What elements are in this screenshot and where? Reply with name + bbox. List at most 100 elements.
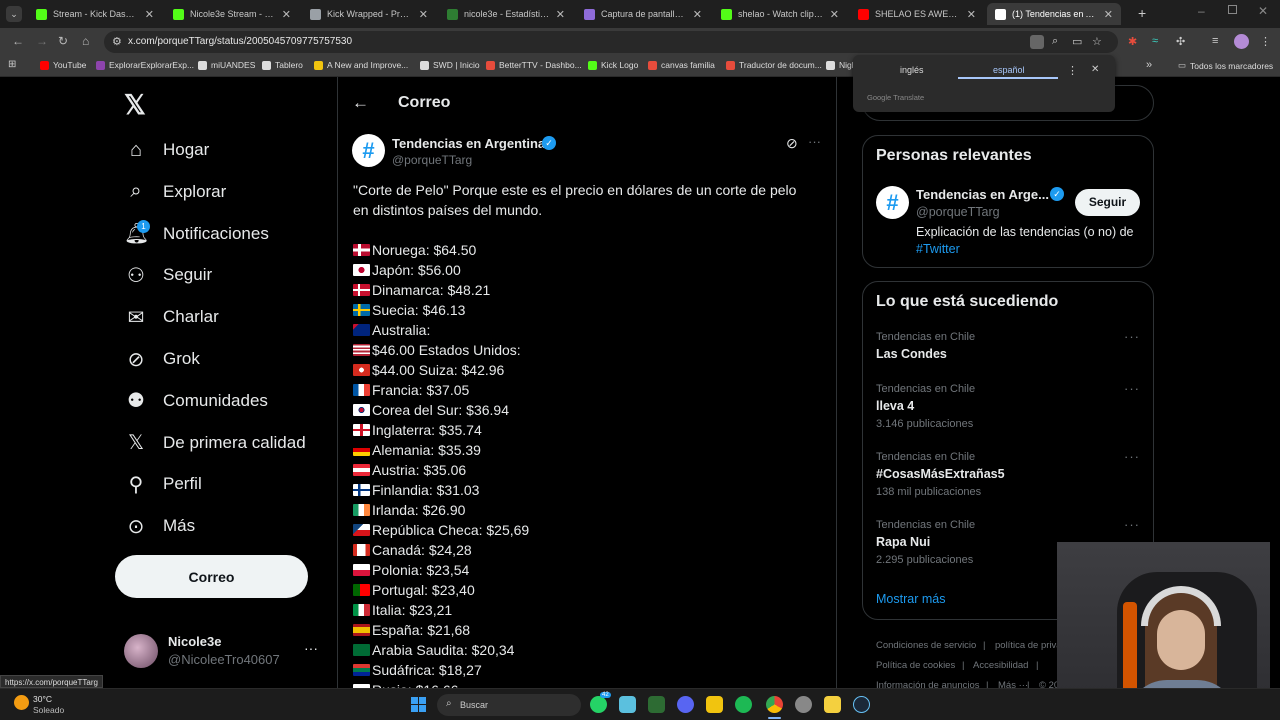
nav-item-grok[interactable]: ⊘ Grok xyxy=(124,343,200,375)
reload-icon[interactable]: ↻ xyxy=(58,34,68,48)
bookmark-item[interactable]: miUANDES xyxy=(198,60,255,70)
bookmark-star-icon[interactable]: ☆ xyxy=(1092,35,1102,48)
bookmark-item[interactable]: ExplorarExplorarExp... xyxy=(96,60,194,70)
site-info-icon[interactable]: ⚙ xyxy=(112,35,122,48)
x-logo-icon[interactable]: 𝕏 xyxy=(124,90,146,121)
nav-item-perfil[interactable]: ⚲ Perfil xyxy=(124,468,202,500)
footer-link[interactable]: política de priva xyxy=(995,640,1062,651)
steam-icon[interactable] xyxy=(853,696,870,713)
browser-tab[interactable]: Nicole3e Stream - Watch ✕ xyxy=(165,3,299,25)
chrome-icon[interactable] xyxy=(766,696,783,713)
xbox-icon[interactable] xyxy=(648,696,665,713)
tab-close-icon[interactable]: ✕ xyxy=(1104,8,1113,21)
whatsapp-icon[interactable] xyxy=(590,696,607,713)
all-bookmarks-folder[interactable]: ▭ Todos los marcadores xyxy=(1178,60,1273,71)
trend-more-icon[interactable]: ··· xyxy=(1124,517,1140,532)
account-more-icon[interactable]: ··· xyxy=(304,640,318,656)
browser-menu-icon[interactable]: ⋮ xyxy=(1260,35,1271,48)
spotify-icon[interactable] xyxy=(735,696,752,713)
tab-close-icon[interactable]: ✕ xyxy=(967,8,976,21)
relevant-avatar[interactable]: # xyxy=(876,186,909,219)
browser-tab[interactable]: Captura de pantalla por L ✕ xyxy=(576,3,710,25)
follow-button[interactable]: Seguir xyxy=(1075,189,1140,216)
discord-icon[interactable] xyxy=(677,696,694,713)
browser-tab[interactable]: shelao - Watch clips on K ✕ xyxy=(713,3,847,25)
nav-item-seguir[interactable]: ⚇ Seguir xyxy=(124,259,212,291)
author-avatar[interactable]: # xyxy=(352,134,385,167)
account-switcher[interactable]: Nicole3e @NicoleeTro40607 ··· xyxy=(120,628,330,674)
tab-close-icon[interactable]: ✕ xyxy=(556,8,565,21)
tab-close-icon[interactable]: ✕ xyxy=(830,8,839,21)
trend-more-icon[interactable]: ··· xyxy=(1124,449,1140,464)
tab-close-icon[interactable]: ✕ xyxy=(282,8,291,21)
footer-link[interactable]: Condiciones de servicio xyxy=(876,640,976,651)
profile-avatar-icon[interactable] xyxy=(1234,34,1249,49)
tab-close-icon[interactable]: ✕ xyxy=(693,8,702,21)
tab-close-icon[interactable]: ✕ xyxy=(419,8,428,21)
close-window-icon[interactable]: ✕ xyxy=(1258,4,1268,18)
footer-link[interactable]: Política de cookies xyxy=(876,660,955,671)
bookmark-item[interactable]: YouTube xyxy=(40,60,86,70)
settings-icon[interactable] xyxy=(795,696,812,713)
nav-item-más[interactable]: ⊙ Más xyxy=(124,510,196,542)
browser-tab[interactable]: Kick Wrapped - Processin ✕ xyxy=(302,3,436,25)
more-bookmarks-icon[interactable]: » xyxy=(1146,59,1152,71)
trend-more-icon[interactable]: ··· xyxy=(1124,381,1140,396)
relevant-handle[interactable]: @porqueTTarg xyxy=(916,205,1000,219)
bookmark-item[interactable]: canvas familia xyxy=(648,60,715,70)
author-handle[interactable]: @porqueTTarg xyxy=(392,153,472,167)
taskbar-search[interactable]: ⌕ Buscar xyxy=(437,694,581,716)
file-explorer-icon[interactable] xyxy=(706,696,723,713)
minimize-icon[interactable]: – xyxy=(1198,4,1205,18)
forward-icon[interactable]: → xyxy=(36,34,48,48)
browser-tab[interactable]: nicole3e - Estadísticas de ✕ xyxy=(439,3,573,25)
relevant-bio-hashtag[interactable]: #Twitter xyxy=(916,242,960,256)
apps-grid-icon[interactable]: ⊞ xyxy=(8,59,16,70)
translate-lang-to[interactable]: español xyxy=(993,65,1025,75)
tab-search-icon[interactable]: ⌄ xyxy=(6,6,22,22)
translate-icon[interactable] xyxy=(1030,35,1044,49)
bookmark-item[interactable]: Tablero xyxy=(262,60,303,70)
grok-explain-icon[interactable]: ⊘ xyxy=(786,135,798,152)
back-arrow-icon[interactable]: ← xyxy=(352,93,369,113)
windows-start-icon[interactable] xyxy=(411,697,426,712)
new-tab-icon[interactable]: + xyxy=(1138,5,1146,21)
relevant-name[interactable]: Tendencias en Arge... xyxy=(916,187,1049,202)
bookmark-item[interactable]: Traductor de docum... xyxy=(726,60,822,70)
home-button-icon[interactable]: ⌂ xyxy=(82,34,89,48)
post-button[interactable]: Correo xyxy=(115,555,308,598)
nav-item-explorar[interactable]: ⌕ Explorar xyxy=(124,176,226,208)
bookmark-item[interactable]: SWD | Inicio xyxy=(420,60,480,70)
trend-more-icon[interactable]: ··· xyxy=(1124,329,1140,344)
back-icon[interactable]: ← xyxy=(12,34,24,48)
weather-icon[interactable] xyxy=(14,695,29,710)
author-name[interactable]: Tendencias en Argentina xyxy=(392,136,545,151)
browser-tab[interactable]: SHELAO ES AWEONAO? ✕ xyxy=(850,3,984,25)
nav-item-charlar[interactable]: ✉ Charlar xyxy=(124,301,219,333)
nav-item-de-primera-calidad[interactable]: 𝕏 De primera calidad xyxy=(124,427,306,459)
footer-link[interactable]: Accesibilidad xyxy=(973,660,1028,671)
bookmark-item[interactable]: Kick Logo xyxy=(588,60,638,70)
translate-close-icon[interactable]: ✕ xyxy=(1091,64,1099,75)
bookmark-item[interactable]: A New and Improve... xyxy=(314,60,408,70)
cast-icon[interactable]: ▭ xyxy=(1072,35,1082,48)
nav-item-comunidades[interactable]: ⚉ Comunidades xyxy=(124,385,268,417)
browser-tab[interactable]: (1) Tendencias en Argentin ✕ xyxy=(987,3,1121,25)
tweet-more-icon[interactable]: ··· xyxy=(808,134,821,149)
translate-lang-from[interactable]: inglés xyxy=(900,65,924,75)
tab-close-icon[interactable]: ✕ xyxy=(145,8,154,21)
extension-teal-icon[interactable]: ≈ xyxy=(1152,35,1158,47)
sticky-notes-icon[interactable] xyxy=(824,696,841,713)
browser-tab[interactable]: Stream - Kick Dashboard ✕ xyxy=(28,3,162,25)
extension-red-icon[interactable]: ✱ xyxy=(1128,35,1137,48)
translate-options-icon[interactable]: ⋮ xyxy=(1067,64,1078,77)
zoom-icon[interactable]: ⌕ xyxy=(1052,35,1058,48)
maximize-icon[interactable] xyxy=(1228,5,1237,14)
notepad-icon[interactable] xyxy=(619,696,636,713)
nav-item-hogar[interactable]: ⌂ Hogar xyxy=(124,134,209,166)
reading-list-icon[interactable]: ≡ xyxy=(1212,35,1218,47)
address-bar[interactable]: ⚙ x.com/porqueTTarg/status/2005045709775… xyxy=(104,31,1118,53)
bookmark-item[interactable]: BetterTTV - Dashbo... xyxy=(486,60,582,70)
show-more-link[interactable]: Mostrar más xyxy=(876,592,945,606)
bookmark-item[interactable]: Nigh xyxy=(826,60,856,70)
